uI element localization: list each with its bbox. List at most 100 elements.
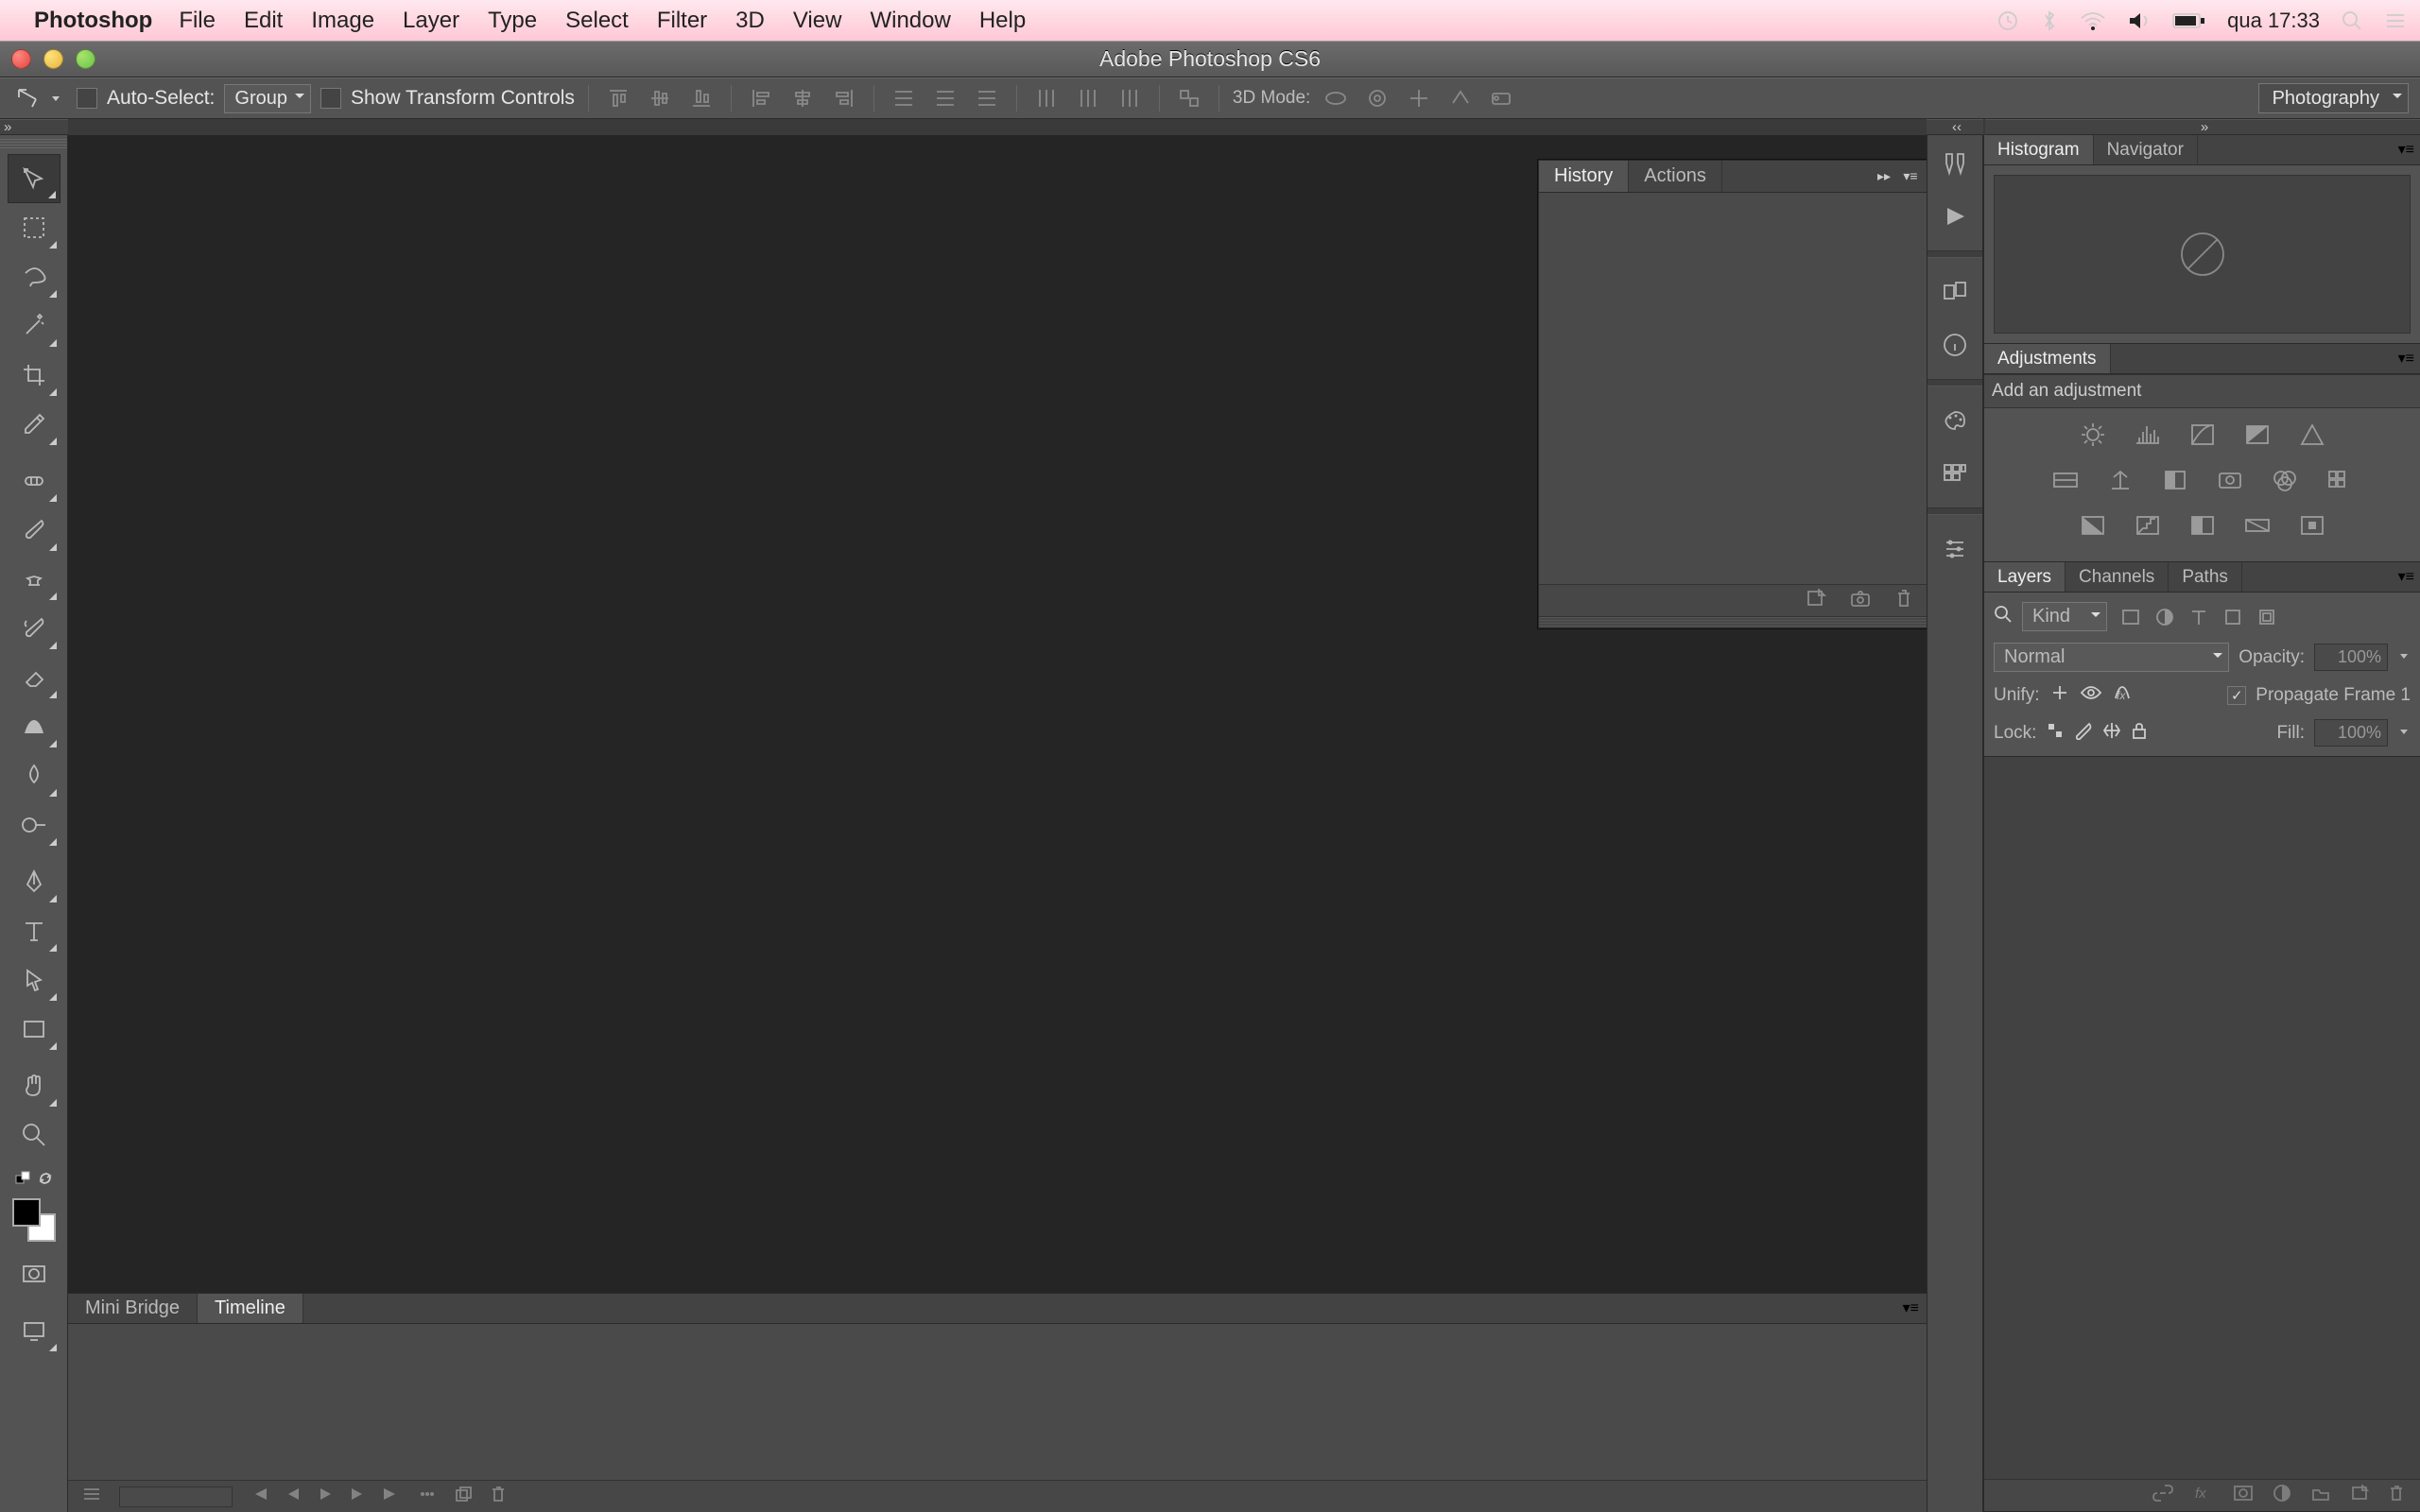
gradient-tool[interactable]	[8, 702, 60, 751]
menu-filter[interactable]: Filter	[657, 8, 707, 34]
filter-smart-icon[interactable]	[2253, 605, 2281, 629]
new-document-from-state-icon[interactable]	[1806, 589, 1826, 612]
tab-mini-bridge[interactable]: Mini Bridge	[68, 1294, 198, 1323]
menu-image[interactable]: Image	[311, 8, 374, 34]
lock-pixels-icon[interactable]	[2074, 721, 2093, 746]
tab-history[interactable]: History	[1539, 161, 1629, 192]
tab-paths[interactable]: Paths	[2169, 562, 2242, 592]
clone-source-panel-icon[interactable]	[1934, 269, 1976, 315]
exposure-icon[interactable]	[2237, 416, 2278, 454]
panel-menu-icon[interactable]: ▾≡	[2398, 140, 2414, 159]
quick-mask-mode[interactable]	[8, 1249, 60, 1298]
tab-channels[interactable]: Channels	[2066, 562, 2169, 592]
volume-icon[interactable]	[2127, 10, 2152, 31]
align-top-edges-icon[interactable]	[602, 85, 634, 112]
brush-presets-panel-icon[interactable]	[1934, 141, 1976, 186]
screen-mode[interactable]	[8, 1306, 60, 1355]
marquee-tool[interactable]	[8, 203, 60, 252]
rightdock-dock-strip[interactable]: »	[1985, 119, 2420, 135]
zoom-tool[interactable]	[8, 1110, 60, 1160]
tool-preset-picker[interactable]	[9, 84, 67, 112]
timeline-options-icon[interactable]	[81, 1486, 102, 1507]
move-tool[interactable]	[8, 154, 60, 203]
panel-collapse-icon[interactable]: ▸▸	[1874, 166, 1894, 185]
distribute-right-icon[interactable]	[1114, 85, 1146, 112]
menu-edit[interactable]: Edit	[244, 8, 283, 34]
black-white-icon[interactable]	[2154, 461, 2196, 499]
duplicate-frame-icon[interactable]	[454, 1486, 473, 1507]
tab-layers[interactable]: Layers	[1984, 562, 2066, 592]
menu-window[interactable]: Window	[870, 8, 950, 34]
new-group-icon[interactable]	[2310, 1485, 2331, 1506]
distribute-bottom-icon[interactable]	[971, 85, 1003, 112]
close-window-button[interactable]	[11, 49, 31, 69]
vibrance-icon[interactable]	[2291, 416, 2333, 454]
opacity-flyout-icon[interactable]	[2397, 647, 2411, 668]
menu-layer[interactable]: Layer	[403, 8, 459, 34]
foreground-background-colors[interactable]	[12, 1198, 56, 1242]
align-bottom-edges-icon[interactable]	[685, 85, 717, 112]
play-panel-icon[interactable]	[1934, 194, 1976, 239]
threshold-icon[interactable]	[2182, 507, 2223, 544]
unify-visibility-icon[interactable]	[2080, 684, 2102, 707]
curves-icon[interactable]	[2182, 416, 2223, 454]
fill-field[interactable]: 100%	[2314, 719, 2388, 747]
lasso-tool[interactable]	[8, 252, 60, 301]
eyedropper-tool[interactable]	[8, 400, 60, 449]
invert-icon[interactable]	[2072, 507, 2114, 544]
tab-timeline[interactable]: Timeline	[198, 1294, 303, 1323]
3d-rotate-icon[interactable]	[1320, 85, 1352, 112]
panel-menu-icon[interactable]: ▾≡	[1900, 166, 1921, 185]
panel-menu-icon[interactable]: ▾≡	[2398, 567, 2414, 586]
blend-mode-dropdown[interactable]: Normal	[1994, 643, 2229, 672]
battery-icon[interactable]	[2172, 11, 2206, 30]
play-icon[interactable]	[318, 1486, 333, 1506]
3d-slide-icon[interactable]	[1444, 85, 1477, 112]
tab-actions[interactable]: Actions	[1629, 161, 1722, 192]
time-machine-icon[interactable]	[1996, 9, 2019, 32]
align-left-edges-icon[interactable]	[745, 85, 777, 112]
align-vertical-centers-icon[interactable]	[644, 85, 676, 112]
workspace-switcher[interactable]: Photography	[2258, 87, 2409, 110]
next-frame-icon[interactable]	[350, 1486, 365, 1506]
auto-select-checkbox[interactable]	[77, 88, 97, 109]
swap-colors-icon[interactable]	[38, 1171, 53, 1191]
minimize-window-button[interactable]	[43, 49, 63, 69]
layers-list[interactable]	[1984, 756, 2420, 1479]
lock-all-icon[interactable]	[2131, 721, 2148, 746]
layer-filter-dropdown[interactable]: Kind	[2022, 602, 2107, 631]
toolbox-grip[interactable]	[0, 139, 67, 150]
hue-saturation-icon[interactable]	[2045, 461, 2086, 499]
lock-position-icon[interactable]	[2102, 721, 2121, 746]
menu-file[interactable]: File	[179, 8, 216, 34]
panel-resize-grip[interactable]	[1539, 616, 1927, 627]
type-tool[interactable]	[8, 906, 60, 955]
tab-histogram[interactable]: Histogram	[1984, 135, 2094, 164]
toolbox-dock-strip[interactable]: »	[0, 119, 68, 135]
tab-navigator[interactable]: Navigator	[2094, 135, 2198, 164]
history-list[interactable]	[1539, 193, 1927, 584]
app-menu[interactable]: Photoshop	[34, 8, 152, 34]
pen-tool[interactable]	[8, 857, 60, 906]
align-right-edges-icon[interactable]	[828, 85, 860, 112]
lock-transparency-icon[interactable]	[2046, 721, 2065, 746]
layer-style-icon[interactable]: fx	[2193, 1485, 2214, 1506]
clone-stamp-tool[interactable]	[8, 555, 60, 604]
menu-view[interactable]: View	[793, 8, 842, 34]
notification-center-icon[interactable]	[2384, 10, 2407, 31]
propagate-frame-checkbox[interactable]: ✓	[2227, 686, 2246, 705]
properties-panel-icon[interactable]	[1934, 526, 1976, 572]
menu-select[interactable]: Select	[565, 8, 629, 34]
new-snapshot-icon[interactable]	[1849, 589, 1872, 612]
hand-tool[interactable]	[8, 1061, 60, 1110]
last-frame-icon[interactable]	[382, 1486, 401, 1506]
menu-3d[interactable]: 3D	[735, 8, 765, 34]
default-colors-icon[interactable]	[15, 1171, 30, 1191]
show-transform-checkbox[interactable]	[320, 88, 341, 109]
spotlight-icon[interactable]	[2341, 9, 2363, 32]
posterize-icon[interactable]	[2127, 507, 2169, 544]
opacity-field[interactable]: 100%	[2314, 644, 2388, 671]
filter-pixel-icon[interactable]	[2117, 605, 2145, 629]
distribute-hcenter-icon[interactable]	[1072, 85, 1104, 112]
panel-menu-icon[interactable]: ▾≡	[1903, 1298, 1919, 1317]
